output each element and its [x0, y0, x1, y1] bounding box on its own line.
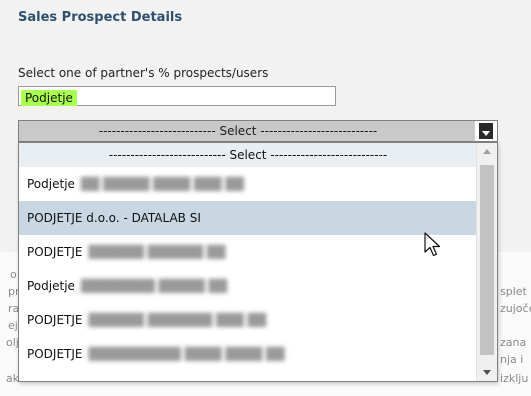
background-text: o [10, 268, 17, 281]
dropdown-option[interactable]: PODJETJE ██████ ███████ ███ ██ [19, 303, 477, 337]
option-detail-redacted: ██ █████ ████ ███ ██ [80, 177, 244, 191]
background-text: zana [500, 336, 527, 349]
dropdown-option[interactable]: Podjetje ████████ █████ ██ [19, 269, 477, 303]
dropdown-option[interactable]: PODJETJE ██████ ██████ ██ [19, 235, 477, 269]
dropdown-scrollbar[interactable] [476, 143, 497, 381]
prospect-search-input[interactable]: Podjetje [18, 86, 336, 106]
scroll-down-arrow-icon[interactable] [477, 363, 497, 381]
chevron-down-icon [479, 123, 493, 139]
prospect-instruction-label: Select one of partner's % prospects/user… [18, 66, 269, 80]
dropdown-options: --------------------------- Select -----… [19, 143, 477, 381]
prospect-search-value: Podjetje [21, 90, 77, 106]
dropdown-option[interactable]: PODJETJE ██████████ ████ ████ ██ [19, 337, 477, 371]
prospect-dropdown-list[interactable]: --------------------------- Select -----… [18, 142, 498, 382]
page-title: Sales Prospect Details [18, 10, 183, 25]
background-text: nja i [500, 353, 524, 366]
dropdown-toggle-button[interactable] [474, 121, 497, 141]
option-label: Podjetje [27, 177, 75, 191]
background-text: ej [8, 319, 18, 332]
dropdown-option-placeholder[interactable]: --------------------------- Select -----… [19, 143, 477, 167]
prospect-select[interactable]: --------------------------- Select -----… [18, 120, 498, 142]
background-text: splet [500, 285, 527, 298]
dropdown-option[interactable]: Podjetje ██ █████ ████ ███ ██ [19, 167, 477, 201]
option-detail-redacted: ████████ █████ ██ [80, 279, 227, 293]
mouse-pointer-icon [424, 232, 441, 257]
background-text: zujoče [500, 302, 531, 315]
option-label: PODJETJE [27, 245, 83, 259]
option-detail-redacted: ██████ ███████ ███ ██ [88, 313, 267, 327]
dropdown-option-hovered[interactable]: PODJETJE d.o.o. - DATALAB SI [19, 201, 477, 235]
background-text: izklju [500, 372, 529, 385]
option-detail-redacted: ██████ ██████ ██ [88, 245, 226, 259]
background-text: olj [6, 336, 19, 349]
option-detail-redacted: ██████████ ████ ████ ██ [88, 347, 285, 361]
scroll-up-arrow-icon[interactable] [477, 143, 497, 161]
option-label: PODJETJE d.o.o. - DATALAB SI [27, 211, 201, 225]
scrollbar-thumb[interactable] [480, 165, 494, 355]
option-label: PODJETJE [27, 313, 83, 327]
prospect-select-label: --------------------------- Select -----… [98, 124, 378, 138]
option-label: PODJETJE [27, 347, 83, 361]
option-label: Podjetje [27, 279, 75, 293]
